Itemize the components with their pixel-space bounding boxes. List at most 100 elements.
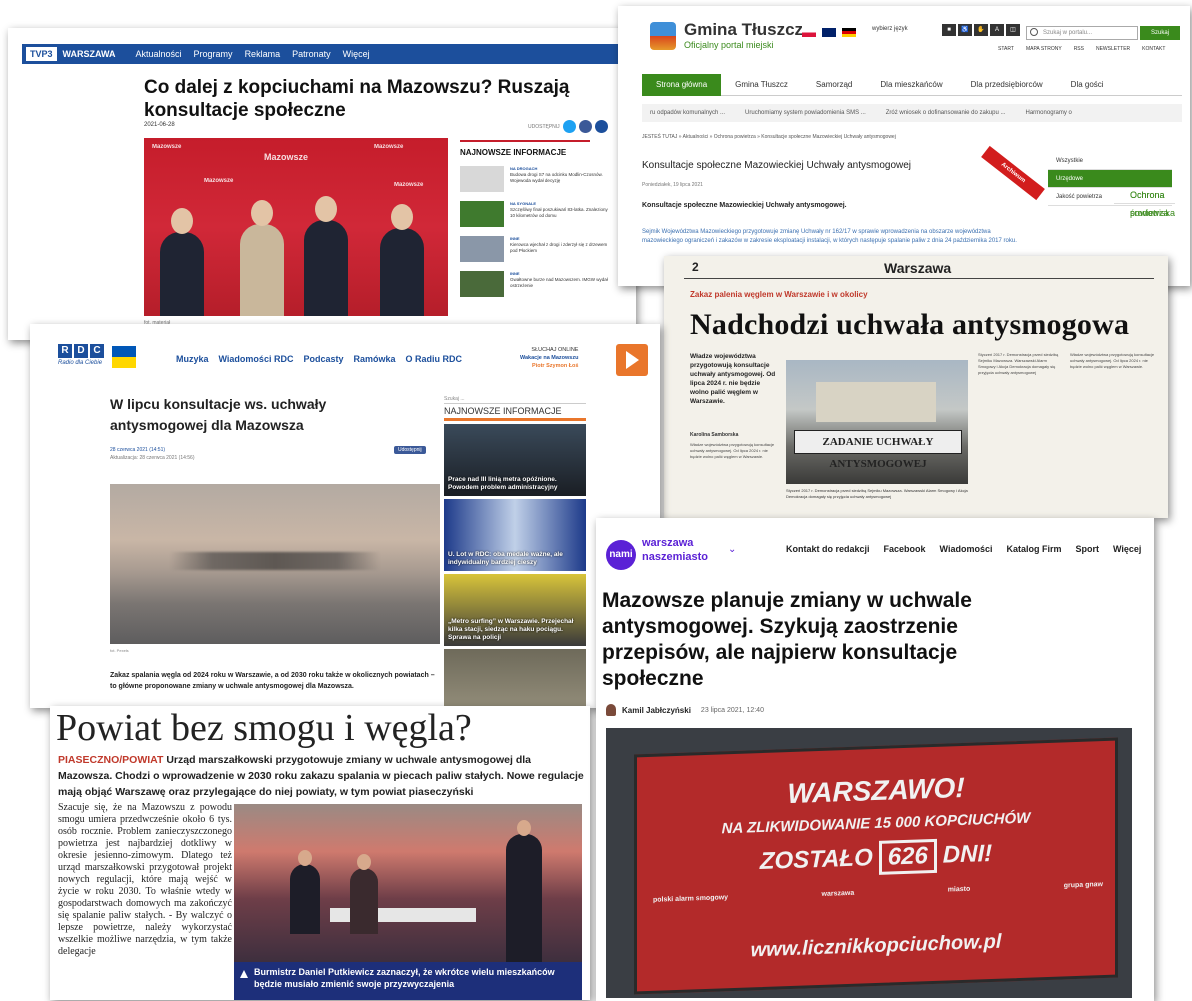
- rdc-article-card: R D C Radio dla Ciebie Muzyka Wiadomości…: [30, 324, 660, 708]
- nav-item[interactable]: Katalog Firm: [1006, 544, 1061, 554]
- news-tile[interactable]: „Metro surfing” w Warszawie. Przejechał …: [444, 574, 586, 646]
- news-title: Gwałtowne burze nad Mazowszem. IMGW wyda…: [510, 277, 608, 288]
- list-item[interactable]: INNE Kierowca wjechał z drogi i zderzył s…: [460, 236, 610, 262]
- newspaper-clipping-powiat: Powiat bez smogu i węgla? PIASECZNO/POWI…: [50, 706, 590, 1000]
- chevron-down-icon[interactable]: ⌄: [728, 544, 736, 555]
- breadcrumb[interactable]: JESTEŚ TUTAJ » Aktualności » Ochrona pow…: [642, 134, 896, 140]
- tvp-city-menu[interactable]: WARSZAWA: [63, 49, 116, 59]
- rdc-article-title: W lipcu konsultacje ws. uchwały antysmog…: [110, 396, 327, 433]
- tvp-nav-item[interactable]: Reklama: [245, 49, 281, 59]
- font-size-icon[interactable]: A: [990, 24, 1004, 36]
- nav-item[interactable]: Facebook: [884, 544, 926, 554]
- nav-item[interactable]: Wiadomości RDC: [219, 354, 294, 364]
- rdc-logo[interactable]: R D C: [58, 344, 104, 358]
- reader-icon[interactable]: ◫: [1006, 24, 1020, 36]
- contrast-icon[interactable]: ■: [942, 24, 956, 36]
- lead: Władze województwa przygotowują konsulta…: [690, 353, 776, 405]
- rdc-main-nav: Muzyka Wiadomości RDC Podcasty Ramówka O…: [176, 354, 462, 364]
- gmina-crest-icon[interactable]: [650, 22, 676, 50]
- play-icon[interactable]: [616, 344, 648, 376]
- news-tile[interactable]: U. Lot w RDC: oba medale ważne, ale indy…: [444, 499, 586, 571]
- tvp-logo[interactable]: TVP3: [26, 47, 57, 61]
- avatar: [606, 704, 616, 716]
- live-host: Piotr Szymon Łoś: [532, 363, 579, 369]
- toplink[interactable]: MAPA STRONY: [1026, 46, 1062, 52]
- tvp-nav-item[interactable]: Patronaty: [292, 49, 331, 59]
- english-flag-icon[interactable]: [822, 28, 836, 37]
- menu-item[interactable]: Dla gości: [1057, 74, 1118, 96]
- nav-item[interactable]: Podcasty: [303, 354, 343, 364]
- ticker-item[interactable]: Uruchomiamy system powiadomienia SMS ...: [745, 110, 866, 116]
- sign-language-icon[interactable]: ✋: [974, 24, 988, 36]
- list-item[interactable]: INNE Gwałtowne burze nad Mazowszem. IMGW …: [460, 271, 610, 297]
- list-item[interactable]: NA SYGNALE Szczęśliwy finał poszukiwań 83…: [460, 201, 610, 227]
- sponsor-logo: warszawa: [821, 889, 855, 898]
- menu-item[interactable]: Dla przedsiębiorców: [957, 74, 1057, 96]
- nav-item[interactable]: Wiadomości: [940, 544, 993, 554]
- tvp-share: UDOSTĘPNIJ: [528, 120, 608, 133]
- toplink[interactable]: KONTAKT: [1142, 46, 1165, 52]
- polish-flag-icon[interactable]: [802, 28, 816, 37]
- accessibility-icon[interactable]: ♿: [958, 24, 972, 36]
- search-input[interactable]: Szukaj ...: [444, 396, 586, 404]
- news-title: Kierowca wjechał z drogi i zderzył się z…: [510, 242, 608, 253]
- news-title: Szczęśliwy finał poszukiwań 83-latka. Zn…: [510, 207, 608, 218]
- menu-item[interactable]: Samorząd: [802, 74, 866, 96]
- menu-item[interactable]: Dla mieszkańców: [866, 74, 956, 96]
- gmina-title[interactable]: Gmina Tłuszcz: [684, 20, 803, 40]
- nav-item[interactable]: O Radiu RDC: [406, 354, 463, 364]
- rdc-tagline: Radio dla Ciebie: [58, 360, 103, 366]
- photo-wall-text: Mazowsze: [264, 152, 309, 162]
- news-thumbnail: [460, 271, 504, 297]
- naszemiasto-brand[interactable]: warszawa naszemiasto: [642, 536, 708, 564]
- photo-wall-text: Mazowsze: [374, 144, 404, 150]
- list-item[interactable]: NA DROGACH Budowa drogi S7 na odcinku Mod…: [460, 166, 610, 192]
- body-column: Władze województwa przygotowują konsulta…: [1070, 352, 1155, 369]
- author-name[interactable]: Kamil Jabłczyński: [622, 706, 691, 715]
- tvp-nav-item[interactable]: Więcej: [343, 49, 370, 59]
- language-select[interactable]: wybierz język: [872, 26, 908, 32]
- smog-city-photo: [110, 484, 440, 644]
- twitter-icon[interactable]: [562, 120, 576, 133]
- ticker-item[interactable]: Harmonogramy o: [1026, 110, 1072, 116]
- german-flag-icon[interactable]: [842, 28, 856, 37]
- toplink[interactable]: START: [998, 46, 1014, 52]
- billboard-line: ZOSTAŁO 626 DNI!: [637, 833, 1115, 884]
- toplink[interactable]: NEWSLETTER: [1096, 46, 1130, 52]
- category-item[interactable]: Ochrona powietrza: [1114, 186, 1172, 218]
- nav-item[interactable]: Sport: [1076, 544, 1100, 554]
- nami-logo[interactable]: nami: [606, 540, 636, 570]
- gmina-category-nav: Wszystkie Urzędowe Ochrona środowiska Oc…: [1048, 152, 1175, 218]
- collage: TVP3 WARSZAWA Aktualności Programy Rekla…: [0, 0, 1192, 1001]
- menu-item[interactable]: Gmina Tłuszcz: [721, 74, 802, 96]
- live-stream-info: SŁUCHAJ ONLINE Wakacje na Mazowszu Piotr…: [520, 346, 578, 370]
- sidebar-header: NAJNOWSZE INFORMACJE: [460, 140, 590, 157]
- category-item[interactable]: Wszystkie: [1048, 152, 1172, 170]
- email-icon[interactable]: [594, 120, 608, 133]
- gmina-article-body: Sejmik Województwa Mazowieckiego przygot…: [642, 229, 1017, 244]
- body-text: Szacuje się, że na Mazowszu z powodu smo…: [58, 802, 232, 957]
- tvp-nav-item[interactable]: Programy: [194, 49, 233, 59]
- rdc-article-lead: Zakaz spalania węgla od 2024 roku w Wars…: [110, 672, 435, 690]
- share-button[interactable]: Udostępnij: [394, 446, 426, 454]
- nav-item[interactable]: Ramówka: [353, 354, 395, 364]
- search-input[interactable]: Szukaj w portalu...: [1026, 26, 1138, 40]
- ticker-item[interactable]: Zróż wniosek o dofinansowanie do zakupu …: [886, 110, 1006, 116]
- published-date: 28 czerwca 2021 (14:51): [110, 447, 166, 453]
- nav-item[interactable]: Muzyka: [176, 354, 209, 364]
- page-number: 2: [692, 260, 699, 274]
- photo-wall-text: Mazowsze: [394, 182, 424, 188]
- menu-item[interactable]: Strona główna: [642, 73, 722, 96]
- news-tile[interactable]: Prace nad III linią metra opóźnione. Pow…: [444, 424, 586, 496]
- billboard-line: WARSZAWO!: [787, 771, 965, 810]
- gmina-main-menu: Strona główna Gmina Tłuszcz Samorząd Dla…: [642, 73, 1182, 96]
- photo-wall-text: Mazowsze: [152, 144, 182, 150]
- tvp-nav-item[interactable]: Aktualności: [136, 49, 182, 59]
- nav-item[interactable]: Kontakt do redakcji: [786, 544, 870, 554]
- search-button[interactable]: Szukaj: [1140, 26, 1180, 40]
- toplink[interactable]: RSS: [1074, 46, 1084, 52]
- nav-item[interactable]: Więcej: [1113, 544, 1141, 554]
- facebook-icon[interactable]: [578, 120, 592, 133]
- news-tile[interactable]: [444, 649, 586, 708]
- ticker-item[interactable]: ru odpadów komunalnych ...: [650, 110, 725, 116]
